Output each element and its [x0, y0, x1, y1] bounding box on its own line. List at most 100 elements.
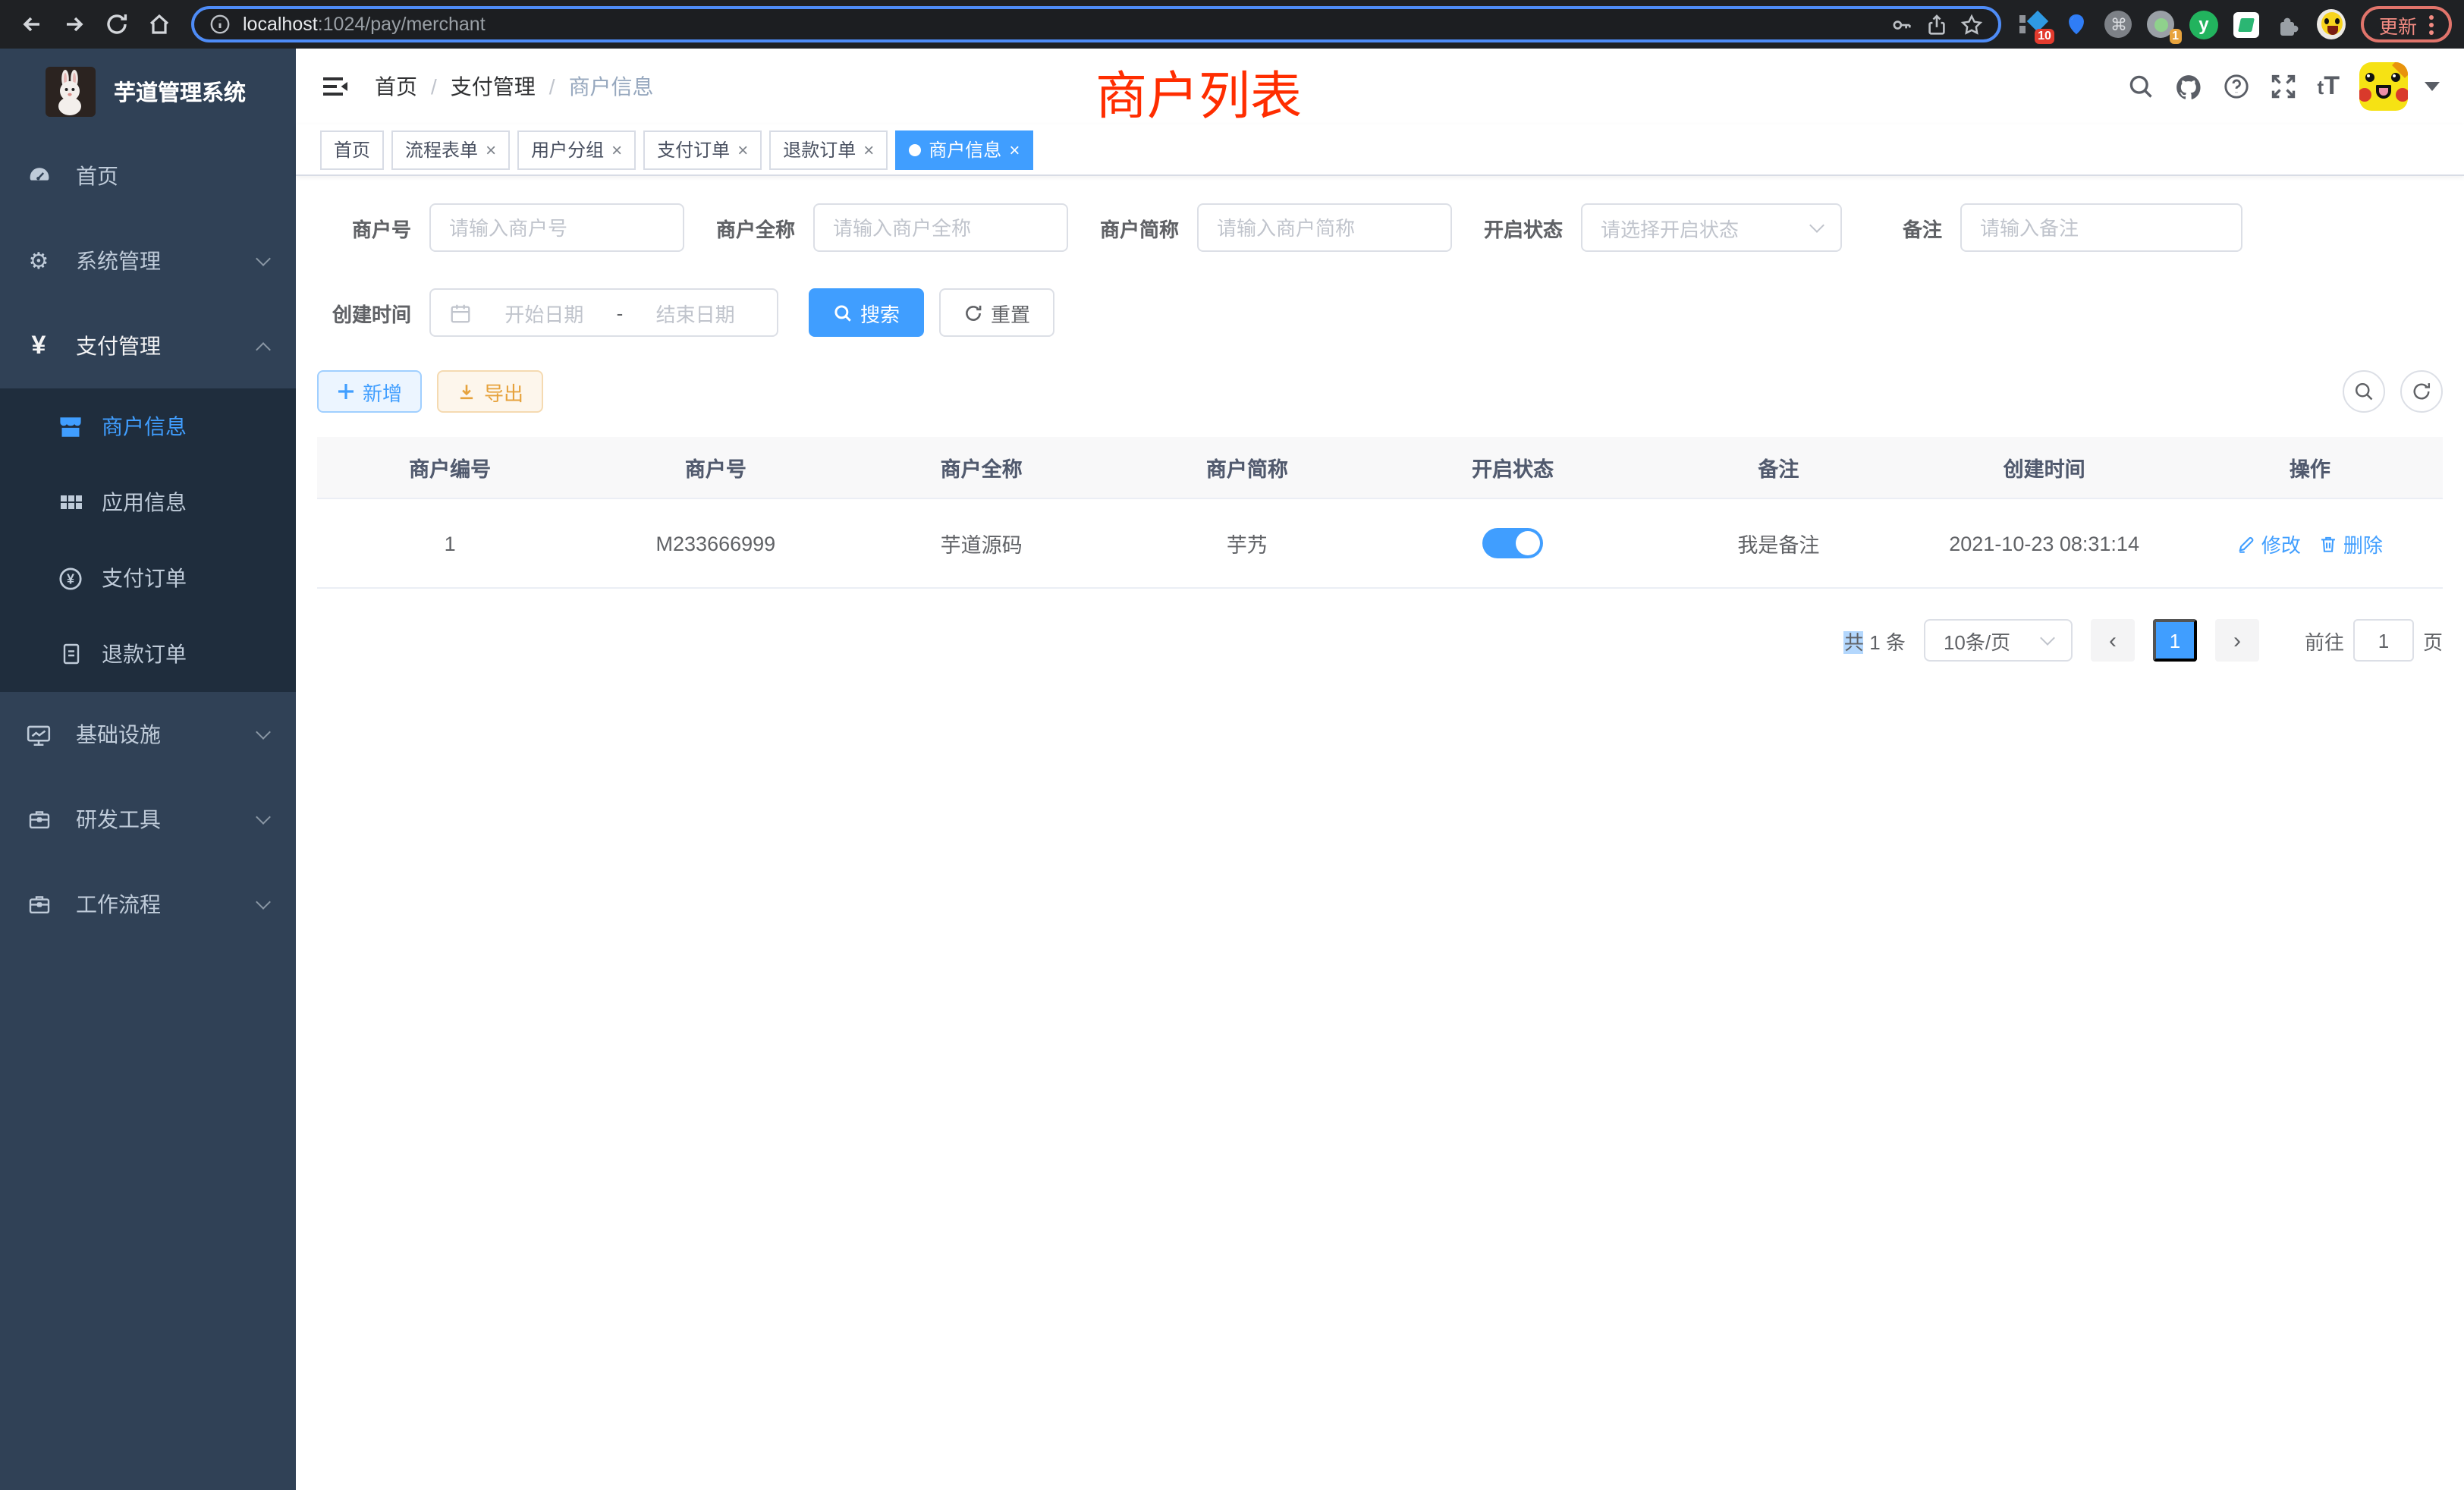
close-icon[interactable]: ×: [1009, 140, 1020, 159]
sidebar-item-app-info[interactable]: 应用信息: [0, 464, 296, 540]
edit-pencil-icon: [2237, 533, 2257, 553]
extension-notes-icon[interactable]: [2232, 10, 2261, 39]
sidebar-item-label: 工作流程: [76, 889, 234, 919]
hide-search-button[interactable]: [2343, 370, 2385, 413]
remark-input[interactable]: [1980, 216, 2223, 239]
tab-merchant-info-active[interactable]: 商户信息 ×: [895, 130, 1033, 169]
font-size-button[interactable]: tT: [2318, 71, 2340, 102]
breadcrumb-home[interactable]: 首页: [375, 71, 417, 102]
browser-reload-button[interactable]: [97, 5, 137, 44]
export-button[interactable]: 导出: [437, 370, 543, 413]
extension-yuque-icon[interactable]: y: [2189, 10, 2218, 39]
plus-icon: [337, 382, 355, 401]
dashboard-icon: [26, 164, 52, 188]
date-range-picker[interactable]: 开始日期 - 结束日期: [429, 288, 778, 337]
sidebar-item-payment[interactable]: ¥ 支付管理: [0, 303, 296, 388]
site-info-icon[interactable]: [209, 14, 231, 35]
merchant-no-input[interactable]: [449, 216, 665, 239]
browser-forward-button[interactable]: [55, 5, 94, 44]
column-header: 商户全称: [849, 437, 1114, 498]
search-button[interactable]: 搜索: [809, 288, 924, 337]
bookmark-star-icon[interactable]: [1960, 13, 1983, 36]
column-header: 商户编号: [317, 437, 583, 498]
prev-page-button[interactable]: ‹: [2091, 619, 2135, 662]
sidebar-item-label: 支付管理: [76, 331, 234, 361]
goto-page-input[interactable]: [2353, 619, 2414, 662]
fullscreen-button[interactable]: [2271, 73, 2298, 100]
yen-icon: ¥: [26, 331, 52, 361]
breadcrumb-payment[interactable]: 支付管理: [451, 71, 536, 102]
extension-balloon-icon[interactable]: [2062, 10, 2091, 39]
share-icon[interactable]: [1925, 13, 1948, 36]
extension-command-icon[interactable]: ⌘: [2104, 10, 2133, 39]
sidebar-item-home[interactable]: 首页: [0, 134, 296, 218]
breadcrumb: 首页 / 支付管理 / 商户信息: [375, 71, 654, 102]
reset-button[interactable]: 重置: [939, 288, 1054, 337]
cell-merchant-id: 1: [317, 499, 583, 587]
tab-refund-order[interactable]: 退款订单 ×: [769, 130, 888, 169]
sidebar-item-label: 基础设施: [76, 719, 234, 750]
avatar-dropdown-caret-icon[interactable]: [2425, 82, 2440, 91]
cell-status: [1380, 499, 1645, 587]
chevron-down-icon: [256, 809, 271, 825]
github-button[interactable]: [2175, 72, 2204, 101]
delete-link[interactable]: 删除: [2319, 529, 2383, 558]
browser-update-button[interactable]: 更新: [2361, 6, 2452, 42]
sidebar-item-merchant-info[interactable]: 商户信息: [0, 388, 296, 464]
edit-link[interactable]: 修改: [2237, 529, 2301, 558]
gear-icon: ⚙: [26, 247, 52, 275]
app-shell: 芋道管理系统 首页 ⚙ 系统管理 ¥ 支付管理: [0, 49, 2464, 1490]
extensions-puzzle-icon[interactable]: [2274, 10, 2303, 39]
header-search-button[interactable]: [2128, 73, 2155, 100]
filter-label: 开启状态: [1482, 213, 1581, 242]
filter-row-1: 商户号 商户全称 商户简称 开启状态 请选择开启状态: [317, 203, 2443, 252]
password-key-icon[interactable]: [1890, 13, 1913, 36]
sidebar-item-system[interactable]: ⚙ 系统管理: [0, 218, 296, 303]
add-button[interactable]: 新增: [317, 370, 422, 413]
page-size-select[interactable]: 10条/页: [1924, 619, 2073, 662]
table-header: 商户编号 商户号 商户全称 商户简称 开启状态 备注 创建时间 操作: [317, 437, 2443, 499]
page-1-button[interactable]: 1: [2153, 619, 2197, 662]
page-content: 商户号 商户全称 商户简称 开启状态 请选择开启状态: [296, 203, 2464, 662]
sidebar-collapse-button[interactable]: [320, 71, 350, 102]
sidebar-item-workflow[interactable]: 工作流程: [0, 862, 296, 947]
extension-bookmarks-icon[interactable]: 10: [2019, 10, 2048, 39]
short-name-input[interactable]: [1217, 216, 1432, 239]
tab-pay-order[interactable]: 支付订单 ×: [643, 130, 762, 169]
help-button[interactable]: [2224, 73, 2251, 100]
profile-avatar-emoji[interactable]: [2317, 10, 2346, 39]
status-select[interactable]: 请选择开启状态: [1581, 203, 1842, 252]
search-icon: [2128, 73, 2155, 100]
browser-home-button[interactable]: [140, 5, 179, 44]
extension-proxy-icon[interactable]: 1: [2147, 10, 2176, 39]
yen-circle-icon: ¥: [58, 565, 83, 591]
sidebar-item-infrastructure[interactable]: 基础设施: [0, 692, 296, 777]
refresh-icon: [963, 303, 983, 322]
filter-create-time: 创建时间 开始日期 - 结束日期: [317, 288, 778, 337]
next-page-button[interactable]: ›: [2215, 619, 2259, 662]
close-icon[interactable]: ×: [863, 140, 874, 159]
close-icon[interactable]: ×: [611, 140, 622, 159]
filter-label: 创建时间: [317, 298, 429, 327]
trash-icon: [2319, 533, 2339, 553]
url-bar[interactable]: localhost:1024/pay/merchant: [191, 6, 2001, 42]
cell-remark: 我是备注: [1645, 499, 1911, 587]
close-icon[interactable]: ×: [737, 140, 748, 159]
refresh-table-button[interactable]: [2400, 370, 2443, 413]
tab-process-form[interactable]: 流程表单 ×: [391, 130, 510, 169]
close-icon[interactable]: ×: [486, 140, 496, 159]
status-toggle[interactable]: [1482, 528, 1543, 558]
tab-home[interactable]: 首页: [320, 130, 384, 169]
sidebar-item-pay-order[interactable]: ¥ 支付订单: [0, 540, 296, 616]
sidebar-item-dev-tools[interactable]: 研发工具: [0, 777, 296, 862]
sidebar-submenu-payment: 商户信息 应用信息 ¥ 支付订单: [0, 388, 296, 692]
full-name-input[interactable]: [833, 216, 1048, 239]
tab-user-group[interactable]: 用户分组 ×: [517, 130, 636, 169]
active-tab-dot: [909, 143, 921, 156]
user-avatar-pikachu[interactable]: [2359, 62, 2408, 111]
browser-back-button[interactable]: [12, 5, 52, 44]
sidebar-item-label: 退款订单: [102, 639, 187, 669]
sidebar-logo[interactable]: 芋道管理系统: [0, 49, 296, 134]
sidebar-item-refund-order[interactable]: 退款订单: [0, 616, 296, 692]
browser-menu-kebab-icon[interactable]: [2429, 14, 2434, 34]
